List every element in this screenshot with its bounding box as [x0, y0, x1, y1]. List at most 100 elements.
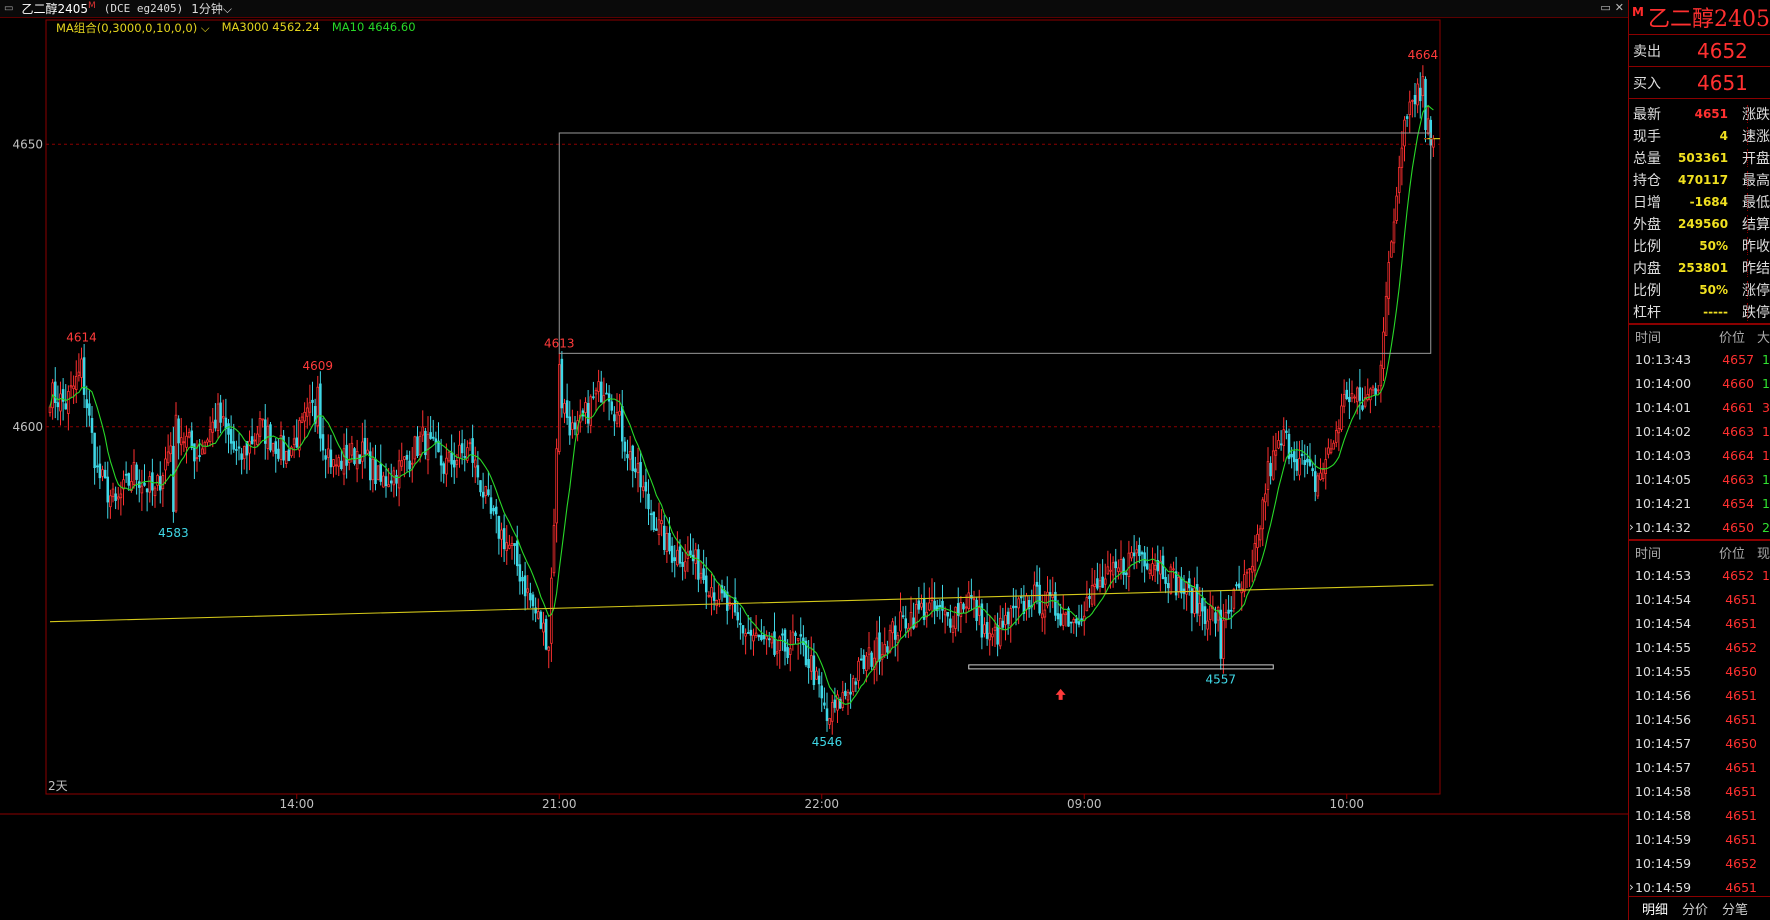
tick-row[interactable]: 10:14:55 4652: [1629, 635, 1770, 659]
candle-body: [182, 441, 186, 444]
candle-body: [767, 638, 771, 641]
candle-body: [458, 444, 461, 459]
tick-row[interactable]: 10:14:57 4651: [1629, 755, 1770, 779]
candle-body: [161, 475, 165, 490]
tick-volume: 1: [1762, 495, 1770, 511]
candle-body: [988, 632, 992, 641]
tick-row[interactable]: 10:14:57 4650: [1629, 731, 1770, 755]
tick-row[interactable]: 10:14:53 4652 1: [1629, 563, 1770, 587]
candle-body: [762, 634, 766, 640]
quote-panel: M 乙二醇2405 卖出 4652 买入 4651 最新 4651 涨跌 现手 4 速涨总…: [1628, 0, 1770, 920]
candle-body: [1400, 147, 1404, 168]
candle-body: [1387, 262, 1391, 299]
candle-body: [484, 486, 488, 496]
candle-body: [634, 468, 637, 473]
tick-row[interactable]: 10:14:54 4651: [1629, 611, 1770, 635]
candle-body: [221, 416, 225, 419]
tick-time: 10:14:05: [1635, 471, 1692, 487]
candle-body: [361, 441, 364, 462]
candle-body: [103, 469, 107, 479]
candle-body: [274, 441, 278, 454]
high-label: 4614: [66, 331, 97, 345]
stat-label: 比例: [1633, 239, 1661, 255]
tick-row[interactable]: 10:14:58 4651: [1629, 779, 1770, 803]
stat-value: 50%: [1699, 283, 1728, 297]
symbol-name[interactable]: 乙二醇2405M: [21, 0, 95, 17]
tab-2[interactable]: 分价: [1682, 899, 1708, 918]
tick-row[interactable]: 10:13:43 4657 1: [1629, 347, 1770, 371]
candle-body: [403, 456, 406, 460]
panel-symbol: 乙二醇2405: [1647, 7, 1770, 32]
close-icon[interactable]: ✕: [1615, 1, 1624, 14]
tick-row[interactable]: 10:14:56 4651: [1629, 683, 1770, 707]
tick-row[interactable]: 10:14:21 4654 1: [1629, 491, 1770, 515]
candle-body: [589, 396, 593, 426]
candle-body: [699, 572, 703, 579]
bid-row: 买入 4651: [1629, 67, 1770, 99]
tick-row[interactable]: 10:14:01 4661 3: [1629, 395, 1770, 419]
candle-body: [1382, 331, 1385, 370]
tab-3[interactable]: 分笔: [1722, 899, 1748, 918]
candle-body: [1033, 584, 1036, 603]
tick-row[interactable]: 10:14:58 4651: [1629, 803, 1770, 827]
tick-row[interactable]: 10:14:05 4663 1: [1629, 467, 1770, 491]
candle-body: [773, 631, 776, 655]
candle-body: [1274, 450, 1278, 456]
candle-body: [473, 459, 477, 468]
stat-value: -1684: [1689, 195, 1728, 209]
tick-row[interactable]: 10:14:03 4664 1: [1629, 443, 1770, 467]
tick-row[interactable]: 10:14:54 4651: [1629, 587, 1770, 611]
tick-row[interactable]: 10:14:02 4663 1: [1629, 419, 1770, 443]
candle-body: [817, 675, 821, 685]
candle-body: [1127, 552, 1131, 577]
candle-body: [158, 476, 162, 491]
candle-body: [1266, 461, 1270, 490]
candle-body: [224, 417, 228, 430]
ma-combo-label[interactable]: MA组合(0,3000,0,10,0,0) ⌵: [56, 20, 210, 36]
candle-body: [975, 599, 978, 621]
tick-row[interactable]: 10:14:59 4651: [1629, 827, 1770, 851]
tick-row[interactable]: 10:14:56 4651: [1629, 707, 1770, 731]
low-label: 4583: [158, 526, 189, 540]
candle-body: [557, 364, 561, 452]
candle-body: [870, 652, 873, 667]
candle-body: [1153, 564, 1157, 570]
menu-icon[interactable]: ▭: [4, 3, 13, 14]
stat-divider: [1747, 105, 1748, 123]
candle-body: [413, 436, 417, 460]
tick-row[interactable]: 10:14:59 4652: [1629, 851, 1770, 875]
candle-body: [355, 450, 359, 470]
candle-body: [1208, 605, 1212, 620]
tick-price: 4652: [1725, 639, 1757, 655]
candle-body: [599, 381, 603, 403]
candle-body: [366, 449, 369, 454]
candle-body: [198, 455, 201, 458]
tick-row[interactable]: 10:14:00 4660 1: [1629, 371, 1770, 395]
candle-body: [951, 625, 955, 633]
contract-code: (DCE eg2405): [103, 2, 184, 15]
candle-body: [1235, 584, 1238, 587]
candle-body: [1180, 577, 1183, 594]
candle-body: [1161, 555, 1165, 579]
tab-1[interactable]: 明细: [1642, 899, 1668, 918]
candle-body: [1271, 450, 1275, 480]
candle-body: [1177, 576, 1181, 593]
tick-time: 10:14:53: [1635, 567, 1692, 583]
candle-body: [1321, 469, 1325, 479]
candle-body: [943, 610, 947, 616]
candle-body: [300, 416, 304, 423]
tick-row[interactable]: 10:14:55 4650: [1629, 659, 1770, 683]
kline-chart[interactable]: 4650 4600 14:00 21:00 22:00 09:00 10:00 2天 4614 4…: [0, 18, 1628, 900]
candle-body: [1035, 581, 1039, 587]
period-selector[interactable]: 1分钟⌵: [191, 0, 232, 17]
candle-body: [1132, 552, 1136, 557]
tick-row[interactable]: 10:14:32 4650 2: [1629, 515, 1770, 539]
candle-body: [237, 446, 241, 449]
candle-body: [752, 634, 755, 642]
candle-body: [408, 460, 411, 470]
candle-body: [917, 600, 921, 610]
candle-body: [1206, 620, 1209, 630]
restore-icon[interactable]: ▭: [1600, 1, 1610, 14]
candle-body: [526, 588, 530, 593]
candle-body: [1395, 195, 1398, 221]
